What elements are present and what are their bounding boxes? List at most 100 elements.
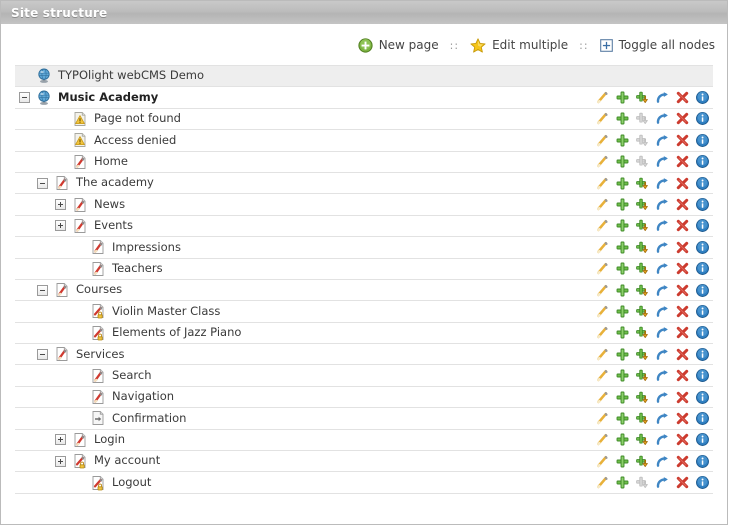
move-icon[interactable] <box>656 326 669 339</box>
tree-row[interactable]: Logout <box>15 472 713 494</box>
info-icon[interactable] <box>696 433 709 447</box>
new-icon[interactable] <box>616 91 629 104</box>
move-icon[interactable] <box>656 348 669 361</box>
tree-row[interactable]: Access denied <box>15 130 713 152</box>
toolbar-toggle-all-nodes-button[interactable]: Toggle all nodes <box>599 38 715 52</box>
delete-icon[interactable] <box>676 177 689 190</box>
tree-row[interactable]: TYPOlight webCMS Demo <box>15 66 713 88</box>
new-icon[interactable] <box>616 348 629 361</box>
new-icon[interactable] <box>616 177 629 190</box>
new-icon[interactable] <box>616 284 629 297</box>
minus-box-icon[interactable] <box>37 348 48 360</box>
info-icon[interactable] <box>696 369 709 383</box>
toolbar-edit-multiple-button[interactable]: Edit multiple <box>470 37 568 53</box>
tree-row[interactable]: Services <box>15 344 713 366</box>
edit-icon[interactable] <box>596 91 609 104</box>
tree-row[interactable]: Teachers <box>15 259 713 280</box>
delete-icon[interactable] <box>676 155 689 168</box>
info-icon[interactable] <box>696 112 709 126</box>
info-icon[interactable] <box>696 262 709 276</box>
collapse-node-icon[interactable] <box>33 348 52 360</box>
move-icon[interactable] <box>656 476 669 489</box>
tree-row[interactable]: Elements of Jazz Piano <box>15 323 713 345</box>
expand-node-icon[interactable] <box>51 434 70 446</box>
edit-icon[interactable] <box>596 262 609 275</box>
move-icon[interactable] <box>656 177 669 190</box>
paste-icon[interactable] <box>636 219 649 232</box>
delete-icon[interactable] <box>676 455 689 468</box>
edit-icon[interactable] <box>596 433 609 446</box>
paste-icon[interactable] <box>636 369 649 382</box>
info-icon[interactable] <box>696 240 709 254</box>
edit-icon[interactable] <box>596 112 609 125</box>
paste-icon[interactable] <box>636 177 649 190</box>
new-icon[interactable] <box>616 391 629 404</box>
move-icon[interactable] <box>656 433 669 446</box>
delete-icon[interactable] <box>676 412 689 425</box>
delete-icon[interactable] <box>676 476 689 489</box>
tree-row[interactable]: Events <box>15 216 713 238</box>
expand-node-icon[interactable] <box>51 199 70 211</box>
delete-icon[interactable] <box>676 219 689 232</box>
delete-icon[interactable] <box>676 241 689 254</box>
move-icon[interactable] <box>656 155 669 168</box>
edit-icon[interactable] <box>596 369 609 382</box>
paste-icon[interactable] <box>636 455 649 468</box>
edit-icon[interactable] <box>596 241 609 254</box>
info-icon[interactable] <box>696 133 709 147</box>
tree-row[interactable]: Music Academy <box>15 87 713 109</box>
delete-icon[interactable] <box>676 391 689 404</box>
new-icon[interactable] <box>616 369 629 382</box>
info-icon[interactable] <box>696 155 709 169</box>
info-icon[interactable] <box>696 454 709 468</box>
info-icon[interactable] <box>696 176 709 190</box>
delete-icon[interactable] <box>676 284 689 297</box>
edit-icon[interactable] <box>596 198 609 211</box>
delete-icon[interactable] <box>676 305 689 318</box>
plus-box-icon[interactable] <box>55 434 66 446</box>
paste-icon[interactable] <box>636 91 649 104</box>
tree-row[interactable]: The academy <box>15 173 713 195</box>
info-icon[interactable] <box>696 283 709 297</box>
collapse-node-icon[interactable] <box>33 177 52 189</box>
collapse-node-icon[interactable] <box>33 284 52 296</box>
paste-icon[interactable] <box>636 326 649 339</box>
info-icon[interactable] <box>696 305 709 318</box>
paste-icon[interactable] <box>636 391 649 404</box>
move-icon[interactable] <box>656 284 669 297</box>
edit-icon[interactable] <box>596 219 609 232</box>
new-icon[interactable] <box>616 219 629 232</box>
delete-icon[interactable] <box>676 348 689 361</box>
tree-row[interactable]: News <box>15 194 713 216</box>
new-icon[interactable] <box>616 476 629 489</box>
new-icon[interactable] <box>616 455 629 468</box>
delete-icon[interactable] <box>676 262 689 275</box>
expand-node-icon[interactable] <box>51 220 70 232</box>
delete-icon[interactable] <box>676 369 689 382</box>
new-icon[interactable] <box>616 241 629 254</box>
delete-icon[interactable] <box>676 433 689 446</box>
info-icon[interactable] <box>696 91 709 105</box>
move-icon[interactable] <box>656 455 669 468</box>
move-icon[interactable] <box>656 391 669 404</box>
new-icon[interactable] <box>616 412 629 425</box>
minus-box-icon[interactable] <box>37 284 48 296</box>
edit-icon[interactable] <box>596 134 609 147</box>
move-icon[interactable] <box>656 112 669 125</box>
plus-box-icon[interactable] <box>55 199 66 211</box>
move-icon[interactable] <box>656 369 669 382</box>
move-icon[interactable] <box>656 134 669 147</box>
delete-icon[interactable] <box>676 112 689 125</box>
edit-icon[interactable] <box>596 155 609 168</box>
paste-icon[interactable] <box>636 412 649 425</box>
collapse-node-icon[interactable] <box>15 92 34 104</box>
move-icon[interactable] <box>656 262 669 275</box>
new-icon[interactable] <box>616 305 629 318</box>
tree-row[interactable]: Violin Master Class <box>15 301 713 323</box>
paste-icon[interactable] <box>636 262 649 275</box>
new-icon[interactable] <box>616 134 629 147</box>
tree-row[interactable]: Login <box>15 430 713 452</box>
minus-box-icon[interactable] <box>19 92 30 104</box>
edit-icon[interactable] <box>596 391 609 404</box>
move-icon[interactable] <box>656 412 669 425</box>
